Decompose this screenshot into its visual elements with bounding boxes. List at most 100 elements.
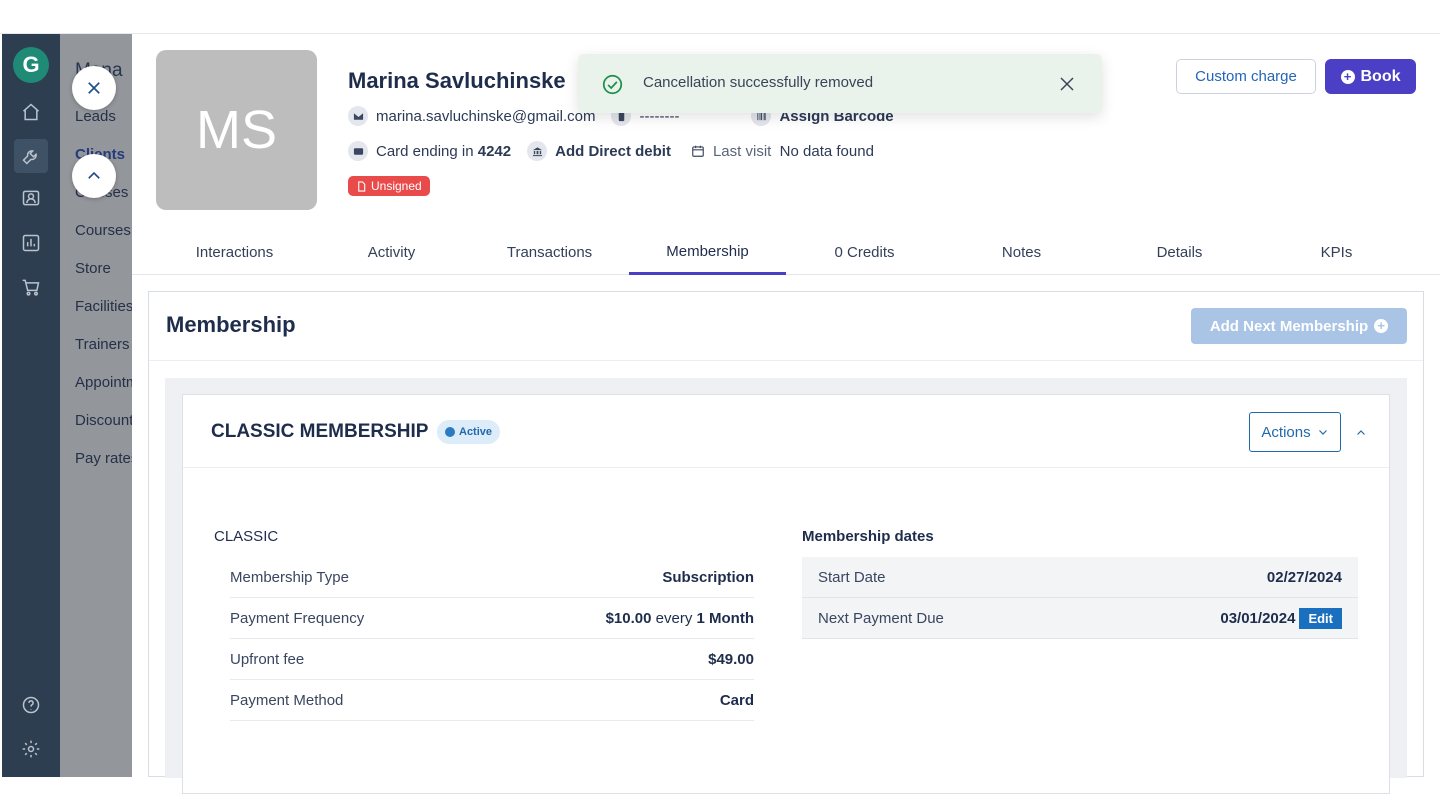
date-row-start: Start Date 02/27/2024 (802, 557, 1358, 598)
add-direct-debit-link[interactable]: Add Direct debit (555, 143, 671, 160)
client-name: Marina Savluchinske (348, 68, 566, 94)
detail-value: Subscription (662, 569, 754, 586)
tab-details[interactable]: Details (1101, 230, 1258, 275)
membership-card: CLASSIC MEMBERSHIP Active Actions CLASSI… (182, 394, 1390, 794)
membership-title: CLASSIC MEMBERSHIP (211, 421, 428, 443)
chevron-down-icon (1317, 426, 1329, 438)
calendar-icon (691, 144, 705, 158)
plus-circle-icon: + (1341, 70, 1355, 84)
submenu-item-trainers[interactable]: Trainers (75, 336, 129, 353)
frequency-every: every (656, 610, 693, 627)
actions-dropdown-button[interactable]: Actions (1249, 412, 1341, 452)
date-label: Next Payment Due (818, 610, 944, 627)
success-toast: Cancellation successfully removed (578, 54, 1102, 113)
toast-message: Cancellation successfully removed (643, 74, 873, 91)
status-dot-icon (445, 427, 455, 437)
manage-submenu: Mana Leads Clients Classes Courses Store… (60, 34, 132, 777)
tab-membership[interactable]: Membership (629, 230, 786, 275)
tab-activity[interactable]: Activity (313, 230, 470, 275)
date-value: 02/27/2024 (1267, 569, 1342, 586)
collapse-header-button[interactable] (72, 154, 116, 198)
detail-label: Payment Frequency (230, 610, 364, 627)
check-circle-icon (602, 74, 623, 95)
add-next-membership-label: Add Next Membership (1210, 318, 1368, 335)
membership-panel: Membership Add Next Membership + CLASSIC… (148, 291, 1424, 777)
detail-label: Membership Type (230, 569, 349, 586)
help-icon[interactable] (14, 688, 48, 722)
card-icon (348, 141, 368, 161)
membership-dates-title: Membership dates (802, 528, 934, 545)
custom-charge-button[interactable]: Custom charge (1176, 59, 1316, 94)
panel-title: Membership (166, 312, 296, 338)
tab-credits[interactable]: 0 Credits (786, 230, 943, 275)
contacts-icon[interactable] (14, 181, 48, 215)
detail-value: $10.00 every 1 Month (606, 610, 754, 627)
detail-row-method: Payment Method Card (230, 680, 754, 721)
membership-card-header: CLASSIC MEMBERSHIP Active Actions (183, 395, 1389, 468)
book-label: Book (1361, 68, 1401, 86)
waiver-status-text: Unsigned (371, 179, 422, 193)
submenu-item-leads[interactable]: Leads (75, 108, 116, 125)
wrench-icon[interactable] (14, 139, 48, 173)
submenu-item-store[interactable]: Store (75, 260, 111, 277)
toast-close-button[interactable] (1058, 75, 1076, 93)
membership-list: CLASSIC MEMBERSHIP Active Actions CLASSI… (165, 378, 1407, 778)
tab-transactions[interactable]: Transactions (471, 230, 628, 275)
bank-icon (527, 141, 547, 161)
last-visit-label: Last visit (713, 143, 771, 160)
home-icon[interactable] (14, 95, 48, 129)
submenu-item-discounts[interactable]: Discounts (75, 412, 132, 429)
card-prefix: Card ending in (376, 143, 474, 160)
chevron-up-icon (85, 167, 103, 185)
divider (149, 360, 1423, 361)
date-value: 03/01/2024 Edit (1220, 608, 1342, 629)
detail-value: $49.00 (708, 651, 754, 668)
plan-name: CLASSIC (214, 528, 278, 545)
status-badge: Active (437, 420, 500, 444)
last-visit-value: No data found (780, 143, 874, 160)
detail-label: Upfront fee (230, 651, 304, 668)
submenu-item-courses[interactable]: Courses (75, 222, 131, 239)
detail-row-frequency: Payment Frequency $10.00 every 1 Month (230, 598, 754, 639)
frequency-amount: $10.00 (606, 610, 652, 627)
chevron-up-icon (1355, 427, 1367, 439)
waiver-status-badge[interactable]: Unsigned (348, 176, 430, 196)
detail-label: Payment Method (230, 692, 343, 709)
client-profile: MS Marina Savluchinske marina.savluchins… (132, 34, 1440, 777)
frequency-period: 1 Month (697, 610, 755, 627)
card-last4: 4242 (478, 143, 511, 160)
gear-icon[interactable] (14, 732, 48, 766)
close-icon (1058, 75, 1076, 93)
book-button[interactable]: + Book (1325, 59, 1416, 94)
cart-icon[interactable] (14, 270, 48, 304)
date-row-next-payment: Next Payment Due 03/01/2024 Edit (802, 598, 1358, 639)
app-logo[interactable]: G (13, 47, 49, 83)
chart-icon[interactable] (14, 226, 48, 260)
date-label: Start Date (818, 569, 886, 586)
detail-value: Card (720, 692, 754, 709)
avatar: MS (156, 50, 317, 210)
client-email[interactable]: marina.savluchinske@gmail.com (376, 108, 595, 125)
email-icon (348, 106, 368, 126)
billing-row: Card ending in 4242 Add Direct debit Las… (348, 141, 874, 161)
top-bar (0, 0, 1440, 34)
collapse-card-button[interactable] (1351, 423, 1371, 443)
add-next-membership-button[interactable]: Add Next Membership + (1191, 308, 1407, 344)
profile-tabs: Interactions Activity Transactions Membe… (132, 230, 1440, 275)
tab-kpis[interactable]: KPIs (1258, 230, 1415, 275)
close-icon (85, 79, 103, 97)
tab-interactions[interactable]: Interactions (156, 230, 313, 275)
document-icon (356, 181, 367, 192)
plus-circle-icon: + (1374, 319, 1388, 333)
submenu-item-appointments[interactable]: Appointm (75, 374, 132, 391)
submenu-item-facilities[interactable]: Facilities (75, 298, 132, 315)
submenu-item-pay-rates[interactable]: Pay rates (75, 450, 132, 467)
edit-next-payment-button[interactable]: Edit (1299, 608, 1342, 629)
close-drawer-button[interactable] (72, 66, 116, 110)
actions-label: Actions (1261, 424, 1310, 441)
detail-row-type: Membership Type Subscription (230, 557, 754, 598)
next-payment-date: 03/01/2024 (1220, 610, 1295, 627)
tab-notes[interactable]: Notes (943, 230, 1100, 275)
status-text: Active (459, 426, 492, 438)
detail-row-upfront: Upfront fee $49.00 (230, 639, 754, 680)
